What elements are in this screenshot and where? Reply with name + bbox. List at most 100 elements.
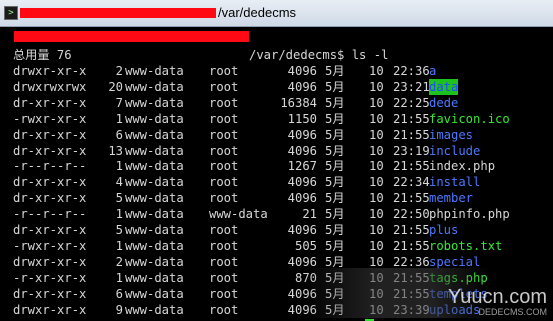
listing-month: 5月 bbox=[325, 175, 345, 190]
listing-month: 5月 bbox=[325, 64, 345, 78]
listing-links: 20 bbox=[108, 79, 123, 94]
listing-perms: dr-xr-xr-x bbox=[13, 127, 87, 142]
listing-name: include bbox=[429, 143, 481, 158]
listing-perms: drwxr-xr-x bbox=[13, 302, 87, 317]
listing-name: index.php bbox=[429, 159, 496, 174]
listing-owner: www-data bbox=[125, 286, 184, 301]
listing-perms: dr-xr-xr-x bbox=[13, 175, 87, 190]
listing-links: 13 bbox=[108, 143, 123, 158]
listing-owner: www-data bbox=[125, 111, 184, 126]
listing-month: 5月 bbox=[325, 111, 345, 126]
listing-owner: www-data bbox=[125, 143, 184, 158]
listing-month: 5月 bbox=[325, 127, 345, 142]
listing-time: 22:50 bbox=[393, 207, 430, 222]
listing-perms: dr-xr-xr-x bbox=[13, 286, 87, 301]
listing-size: 4096 bbox=[287, 191, 317, 206]
listing-size: 21 bbox=[302, 207, 317, 222]
listing-size: 505 bbox=[294, 238, 317, 253]
redacted-hostname bbox=[20, 8, 216, 18]
listing-perms: dr-xr-xr-x bbox=[13, 95, 87, 110]
listing-group: root bbox=[209, 270, 239, 285]
listing-owner: www-data bbox=[125, 79, 184, 94]
listing-size: 4096 bbox=[287, 223, 317, 237]
listing-name: dede bbox=[429, 95, 459, 110]
terminal-app-icon: > bbox=[4, 6, 18, 20]
listing-group: root bbox=[209, 127, 239, 142]
listing-day: 10 bbox=[369, 191, 384, 206]
listing-size: 1150 bbox=[287, 111, 317, 126]
listing-owner: www-data bbox=[125, 223, 184, 237]
listing-time: 21:55 bbox=[393, 223, 430, 237]
listing-day: 10 bbox=[369, 207, 384, 222]
listing-links: 1 bbox=[115, 207, 123, 222]
listing-time: 21:55 bbox=[393, 191, 430, 206]
listing-group: root bbox=[209, 159, 239, 174]
listing-day: 10 bbox=[369, 175, 384, 190]
listing-group: root bbox=[209, 286, 239, 301]
listing-month: 5月 bbox=[325, 207, 345, 222]
listing-time: 23:19 bbox=[393, 143, 430, 158]
listing-group: root bbox=[209, 175, 239, 190]
listing-group: root bbox=[209, 254, 239, 269]
listing-group: root bbox=[209, 223, 239, 237]
listing-name: plus bbox=[429, 223, 459, 237]
listing-time: 23:21 bbox=[393, 79, 430, 94]
redacted-user-host bbox=[14, 31, 249, 42]
listing-size: 4096 bbox=[287, 175, 317, 190]
listing-links: 2 bbox=[115, 254, 123, 269]
listing-links: 1 bbox=[115, 159, 123, 174]
listing-size: 16384 bbox=[280, 95, 317, 110]
listing-perms: dr-xr-xr-x bbox=[13, 143, 87, 158]
listing-links: 6 bbox=[115, 286, 123, 301]
listing-size: 1267 bbox=[287, 159, 317, 174]
listing-perms: -r--r--r-- bbox=[13, 207, 87, 222]
watermark: Yuucn.com DEDECMS.COM bbox=[448, 286, 547, 317]
listing-time: 22:36 bbox=[393, 64, 430, 78]
listing-links: 5 bbox=[115, 191, 123, 206]
listing-owner: www-data bbox=[125, 302, 184, 317]
listing-time: 21:55 bbox=[393, 127, 430, 142]
listing-month: 5月 bbox=[325, 95, 345, 110]
listing-time: 21:55 bbox=[393, 238, 430, 253]
listing-name: install bbox=[429, 175, 481, 190]
listing-day: 10 bbox=[369, 223, 384, 237]
listing-month: 5月 bbox=[325, 191, 345, 206]
listing-links: 6 bbox=[115, 127, 123, 142]
listing-owner: www-data bbox=[125, 270, 184, 285]
listing-group: root bbox=[209, 143, 239, 158]
listing-owner: www-data bbox=[125, 207, 184, 222]
listing-group: root bbox=[209, 64, 239, 78]
listing-month: 5月 bbox=[325, 143, 345, 158]
listing-day: 10 bbox=[369, 79, 384, 94]
total-line: 总用量 76 bbox=[13, 48, 72, 62]
listing-group: root bbox=[209, 238, 239, 253]
listing-group: root bbox=[209, 191, 239, 206]
listing-month: 5月 bbox=[325, 159, 345, 174]
listing-perms: -rwxr-xr-x bbox=[13, 111, 87, 126]
listing-name: favicon.ico bbox=[429, 111, 510, 126]
listing-owner: www-data bbox=[125, 191, 184, 206]
listing-group: www-data bbox=[209, 207, 268, 222]
listing-perms: dr-xr-xr-x bbox=[13, 191, 87, 206]
listing-size: 4096 bbox=[287, 127, 317, 142]
listing-size: 4096 bbox=[287, 143, 317, 158]
listing-links: 4 bbox=[115, 175, 123, 190]
listing-name: robots.txt bbox=[429, 238, 503, 253]
listing-links: 1 bbox=[115, 238, 123, 253]
listing-perms: drwxr-xr-x bbox=[13, 254, 87, 269]
listing-day: 10 bbox=[369, 95, 384, 110]
listing-links: 1 bbox=[115, 270, 123, 285]
listing-owner: www-data bbox=[125, 238, 184, 253]
listing-day: 10 bbox=[369, 238, 384, 253]
listing-perms: -r--r--r-- bbox=[13, 159, 87, 174]
listing-perms: drwxr-xr-x bbox=[13, 64, 87, 78]
listing-name: data bbox=[429, 78, 459, 95]
window-titlebar[interactable]: > /var/dedecms bbox=[0, 0, 553, 27]
window-title-path: /var/dedecms bbox=[218, 5, 297, 20]
listing-time: 22:25 bbox=[393, 95, 430, 110]
listing-group: root bbox=[209, 111, 239, 126]
listing-owner: www-data bbox=[125, 64, 184, 78]
listing-name: images bbox=[429, 127, 474, 142]
listing-month: 5月 bbox=[325, 223, 345, 237]
listing-owner: www-data bbox=[125, 95, 184, 110]
